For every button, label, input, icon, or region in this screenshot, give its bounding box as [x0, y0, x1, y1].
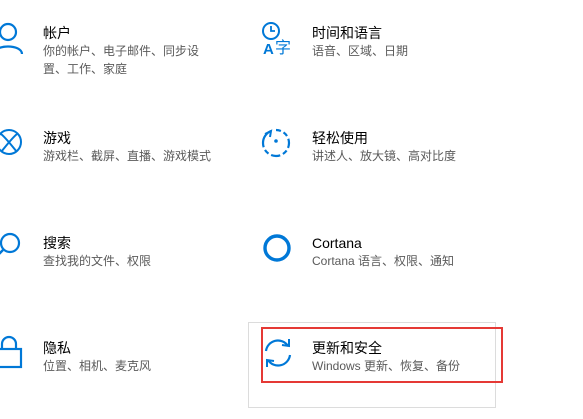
tile-description-line2: 置、工作、家庭	[43, 62, 128, 76]
search-icon	[0, 232, 28, 266]
svg-text:字: 字	[275, 38, 291, 57]
tile-title: 隐私	[43, 340, 71, 356]
time-language-icon: A 字	[260, 20, 292, 58]
cortana-icon	[260, 232, 292, 266]
tile-ease-of-access[interactable]: 轻松使用 讲述人、放大镜、高对比度	[260, 123, 520, 173]
tile-description: 语音、区域、日期	[312, 44, 409, 58]
svg-text:A: A	[263, 41, 274, 58]
tile-title: 轻松使用	[312, 130, 368, 146]
tile-description: 查找我的文件、权限	[43, 254, 152, 268]
tile-gaming[interactable]: 游戏 游戏栏、截屏、直播、游戏模式	[0, 123, 240, 173]
tile-accounts[interactable]: 帐户 你的帐户、电子邮件、同步设 置、工作、家庭	[0, 18, 220, 80]
tile-title: 搜索	[43, 235, 71, 251]
tile-description: 游戏栏、截屏、直播、游戏模式	[43, 149, 212, 163]
person-icon	[0, 22, 28, 56]
tile-title: Cortana	[312, 235, 362, 251]
xbox-icon	[0, 127, 28, 161]
tile-privacy[interactable]: 隐私 位置、相机、麦克风	[0, 333, 220, 383]
tile-description: 你的帐户、电子邮件、同步设	[43, 44, 200, 58]
tile-title: 时间和语言	[312, 25, 382, 41]
ease-of-access-icon	[260, 127, 292, 161]
tile-description: Cortana 语言、权限、通知	[312, 254, 455, 268]
tile-description: 位置、相机、麦克风	[43, 359, 152, 373]
tile-search[interactable]: 搜索 查找我的文件、权限	[0, 228, 220, 278]
highlight-box	[261, 327, 503, 383]
tile-description: 讲述人、放大镜、高对比度	[312, 149, 457, 163]
tile-time-language[interactable]: A 字 时间和语言 语音、区域、日期	[260, 18, 520, 68]
tile-cortana[interactable]: Cortana Cortana 语言、权限、通知	[260, 228, 520, 278]
tile-title: 游戏	[43, 130, 71, 146]
tile-title: 帐户	[43, 25, 71, 41]
lock-icon	[0, 335, 28, 369]
